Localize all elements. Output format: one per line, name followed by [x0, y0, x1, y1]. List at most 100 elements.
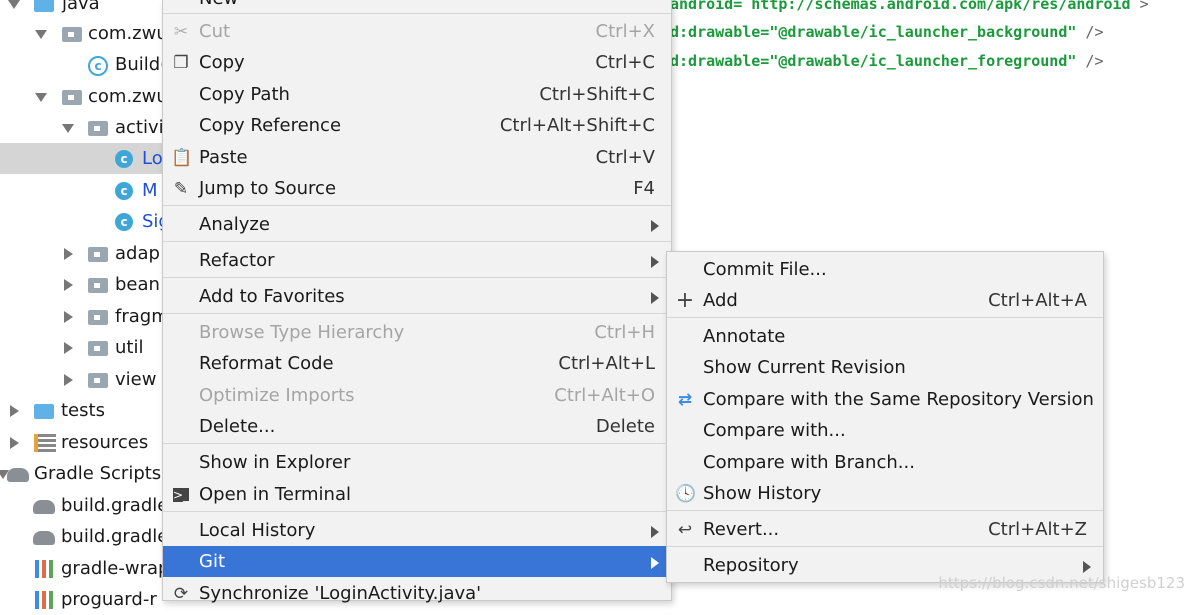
menu-item-synchronize[interactable]: ⟳ Synchronize 'LoginActivity.java' [163, 578, 671, 609]
context-menu: New ✂ Cut Ctrl+X ❐ Copy Ctrl+C Copy Path… [162, 0, 672, 604]
tree-node-package[interactable]: com.zwu [0, 18, 170, 49]
menu-item-jump-to-source[interactable]: ✎ Jump to Source F4 [163, 173, 671, 204]
tree-node-gradle-scripts[interactable]: Gradle Scripts [0, 458, 170, 489]
package-icon [88, 247, 108, 262]
menu-item-label: Compare with the Same Repository Version [703, 389, 1094, 410]
gradle-icon [7, 468, 29, 482]
menu-item-open-in-terminal[interactable]: >_ Open in Terminal [163, 479, 671, 510]
collapse-arrow-icon[interactable] [64, 374, 73, 386]
expand-arrow-icon[interactable] [8, 0, 20, 9]
menu-item-shortcut: Ctrl+X [595, 21, 655, 42]
code-line: d:drawable="@drawable/ic_launcher_backgr… [670, 23, 1103, 41]
submenu-item-compare-with[interactable]: Compare with... [667, 415, 1103, 446]
collapse-arrow-icon[interactable] [64, 248, 73, 260]
menu-item-copy-path[interactable]: Copy Path Ctrl+Shift+C [163, 79, 671, 110]
menu-item-label: Delete... [199, 416, 276, 437]
menu-item-label: Copy Path [199, 84, 290, 105]
folder-icon [34, 0, 54, 12]
tree-node-tests[interactable]: tests [0, 395, 170, 426]
submenu-item-show-history[interactable]: 🕓 Show History [667, 478, 1103, 509]
menu-item-shortcut: Ctrl+Shift+C [539, 84, 655, 105]
menu-item-label: Git [199, 551, 226, 572]
menu-item-shortcut: Ctrl+Alt+L [558, 353, 655, 374]
submenu-item-compare-same-repo[interactable]: ⇄ Compare with the Same Repository Versi… [667, 384, 1103, 415]
class-icon: c [115, 182, 133, 200]
submenu-arrow-icon [651, 256, 659, 268]
code-editor[interactable]: android= http://schemas.android.com/apk/… [670, 0, 1197, 250]
menu-item-copy[interactable]: ❐ Copy Ctrl+C [163, 47, 671, 78]
folder-icon [34, 404, 54, 419]
menu-item-label: Annotate [703, 326, 786, 347]
expand-arrow-icon[interactable] [62, 124, 74, 133]
menu-item-local-history[interactable]: Local History [163, 515, 671, 546]
code-string: "@drawable/ic_launcher_background" [769, 23, 1077, 41]
menu-item-new[interactable]: New [163, 0, 671, 14]
tree-node-resources[interactable]: resources [0, 427, 170, 458]
tree-label: com.zwu [88, 23, 168, 44]
submenu-item-compare-with-branch[interactable]: Compare with Branch... [667, 447, 1103, 478]
tree-node-build-gradle[interactable]: build.gradle [0, 521, 170, 552]
menu-item-shortcut: Ctrl+Alt+O [554, 385, 655, 406]
tree-node-view[interactable]: view [0, 364, 170, 395]
collapse-arrow-icon[interactable] [10, 405, 19, 417]
tree-label: Build( [115, 54, 168, 75]
menu-item-git[interactable]: Git [163, 546, 671, 577]
tree-node-activity[interactable]: activi [0, 112, 170, 143]
menu-item-label: Compare with... [703, 420, 846, 441]
menu-item-browse-type-hierarchy[interactable]: Browse Type Hierarchy Ctrl+H [163, 317, 671, 348]
menu-item-refactor[interactable]: Refactor [163, 245, 671, 276]
menu-item-show-in-explorer[interactable]: Show in Explorer [163, 447, 671, 478]
menu-item-reformat-code[interactable]: Reformat Code Ctrl+Alt+L [163, 348, 671, 379]
expand-arrow-icon[interactable] [35, 93, 47, 102]
tree-label: M [142, 180, 158, 201]
collapse-arrow-icon[interactable] [64, 279, 73, 291]
tree-node-util[interactable]: util [0, 332, 170, 363]
expand-arrow-icon[interactable] [35, 30, 47, 39]
menu-item-label: Cut [199, 21, 231, 42]
menu-item-label: Show History [703, 483, 822, 504]
tree-node-class[interactable]: c Sig [0, 206, 170, 237]
clock-icon: 🕓 [675, 484, 697, 504]
menu-separator [163, 13, 671, 14]
menu-item-label: Show in Explorer [199, 452, 351, 473]
menu-item-analyze[interactable]: Analyze [163, 209, 671, 240]
submenu-item-show-current-revision[interactable]: Show Current Revision [667, 352, 1103, 383]
menu-item-cut[interactable]: ✂ Cut Ctrl+X [163, 16, 671, 47]
collapse-arrow-icon[interactable] [64, 342, 73, 354]
menu-item-paste[interactable]: 📋 Paste Ctrl+V [163, 142, 671, 173]
plus-icon: + [675, 288, 695, 313]
menu-item-label: Compare with Branch... [703, 452, 915, 473]
submenu-arrow-icon [1083, 561, 1091, 573]
tree-node-adapter[interactable]: adap [0, 238, 170, 269]
menu-item-copy-reference[interactable]: Copy Reference Ctrl+Alt+Shift+C [163, 110, 671, 141]
gradle-icon [33, 531, 55, 545]
collapse-arrow-icon[interactable] [64, 311, 73, 323]
tree-node-loginactivity[interactable]: c Lo [0, 143, 170, 174]
menu-item-optimize-imports[interactable]: Optimize Imports Ctrl+Alt+O [163, 380, 671, 411]
collapse-arrow-icon[interactable] [10, 437, 19, 449]
menu-item-label: Open in Terminal [199, 484, 351, 505]
submenu-item-revert[interactable]: ↩ Revert... Ctrl+Alt+Z [667, 514, 1103, 545]
menu-item-shortcut: F4 [633, 178, 655, 199]
menu-item-add-to-favorites[interactable]: Add to Favorites [163, 281, 671, 312]
package-icon [62, 90, 82, 105]
menu-item-delete[interactable]: Delete... Delete [163, 411, 671, 442]
pencil-icon: ✎ [173, 179, 189, 199]
submenu-item-annotate[interactable]: Annotate [667, 321, 1103, 352]
class-icon: c [115, 150, 133, 168]
tree-node-gradle-wrapper[interactable]: gradle-wrap [0, 553, 170, 584]
tree-node-buildconfig[interactable]: c Build( [0, 49, 170, 80]
tree-node-fragment[interactable]: fragm [0, 301, 170, 332]
tree-label: Lo [142, 148, 163, 169]
tree-node-class[interactable]: c M [0, 175, 170, 206]
tree-node-bean[interactable]: bean [0, 269, 170, 300]
tree-node-build-gradle[interactable]: build.gradle [0, 490, 170, 521]
submenu-item-add[interactable]: + Add Ctrl+Alt+A [667, 285, 1103, 316]
code-attribute: d:drawable= [670, 23, 770, 41]
menu-item-label: Show Current Revision [703, 357, 906, 378]
revert-icon: ↩ [677, 520, 693, 540]
tree-node-java[interactable]: java [0, 0, 170, 19]
tree-node-package[interactable]: com.zwu [0, 81, 170, 112]
submenu-item-commit-file[interactable]: Commit File... [667, 254, 1103, 285]
menu-separator [163, 205, 671, 206]
